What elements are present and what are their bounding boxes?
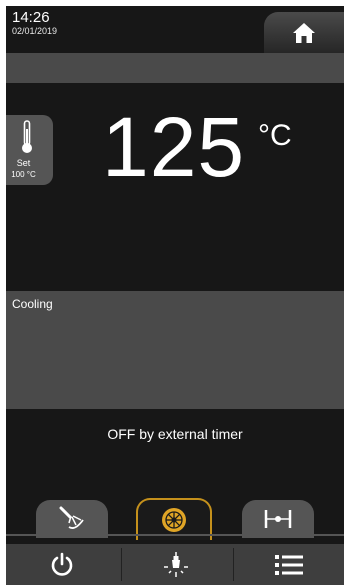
setpoint-value: 100 °C [11, 170, 36, 179]
current-temperature: 125 [102, 100, 246, 194]
tab-underline [6, 534, 344, 536]
spray-nozzle-icon [59, 506, 84, 529]
header-band [6, 53, 344, 83]
oven-screen: 14:26 02/01/2019 Set 100 °C 125 °C Cooli… [6, 6, 344, 585]
thermometer-icon [22, 120, 32, 153]
clock: 14:26 02/01/2019 [12, 10, 57, 37]
home-button[interactable] [264, 12, 344, 53]
status-message: OFF by external timer [107, 426, 243, 442]
status-panel: Cooling [6, 291, 344, 409]
mode-tabs [6, 496, 344, 544]
menu-icon [275, 554, 303, 575]
fan-icon [162, 508, 186, 532]
tab-spray[interactable] [36, 500, 108, 538]
bottom-bar [6, 544, 344, 585]
status-title: Cooling [12, 297, 53, 311]
menu-button[interactable] [234, 544, 344, 585]
temperature-area: Set 100 °C 125 °C [6, 83, 344, 291]
light-icon [164, 551, 188, 577]
home-icon [293, 22, 315, 43]
tab-core-probe[interactable] [242, 500, 314, 538]
setpoint-tab[interactable]: Set 100 °C [6, 115, 53, 185]
setpoint-label: Set [16, 158, 31, 168]
clock-time: 14:26 [12, 9, 50, 26]
temperature-unit: °C [258, 119, 292, 152]
header: 14:26 02/01/2019 [6, 6, 344, 53]
light-button[interactable] [122, 544, 230, 585]
power-icon [51, 552, 73, 576]
pin-width-icon [264, 510, 292, 528]
clock-date: 02/01/2019 [12, 26, 58, 36]
power-button[interactable] [6, 544, 118, 585]
